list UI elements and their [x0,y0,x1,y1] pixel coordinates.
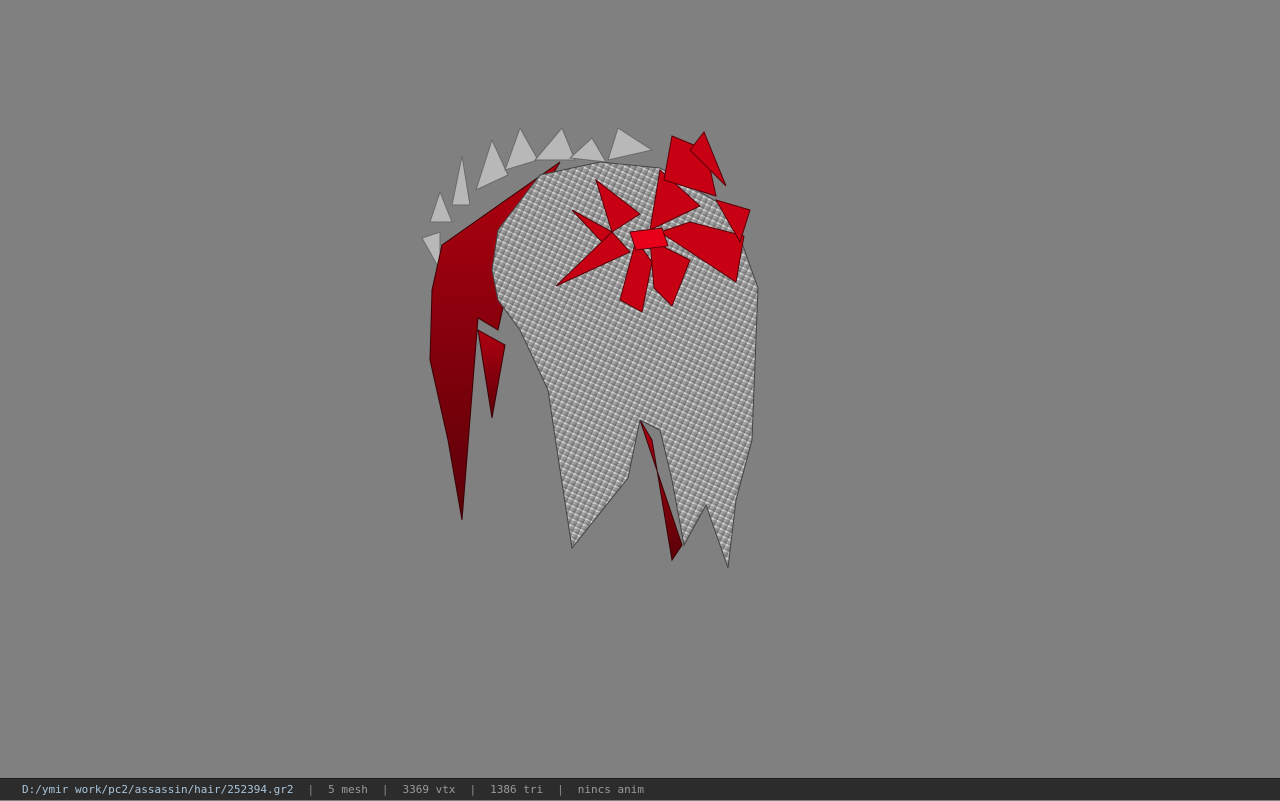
3d-viewport[interactable] [0,0,1280,778]
status-separator: | [557,783,564,796]
status-separator: | [381,783,389,796]
file-path-label: D:/ymir work/pc2/assassin/hair/252394.gr… [22,783,294,796]
vertex-count-label: 3369 vtx [402,783,456,796]
animation-status-label: nincs anim [577,783,644,796]
status-separator: | [307,783,315,796]
triangle-count-label: 1386 tri [490,783,544,796]
hair-model-render[interactable] [0,0,1280,778]
status-separator: | [469,783,477,796]
status-bar: D:/ymir work/pc2/assassin/hair/252394.gr… [0,778,1280,800]
mesh-count-label: 5 mesh [328,783,368,796]
